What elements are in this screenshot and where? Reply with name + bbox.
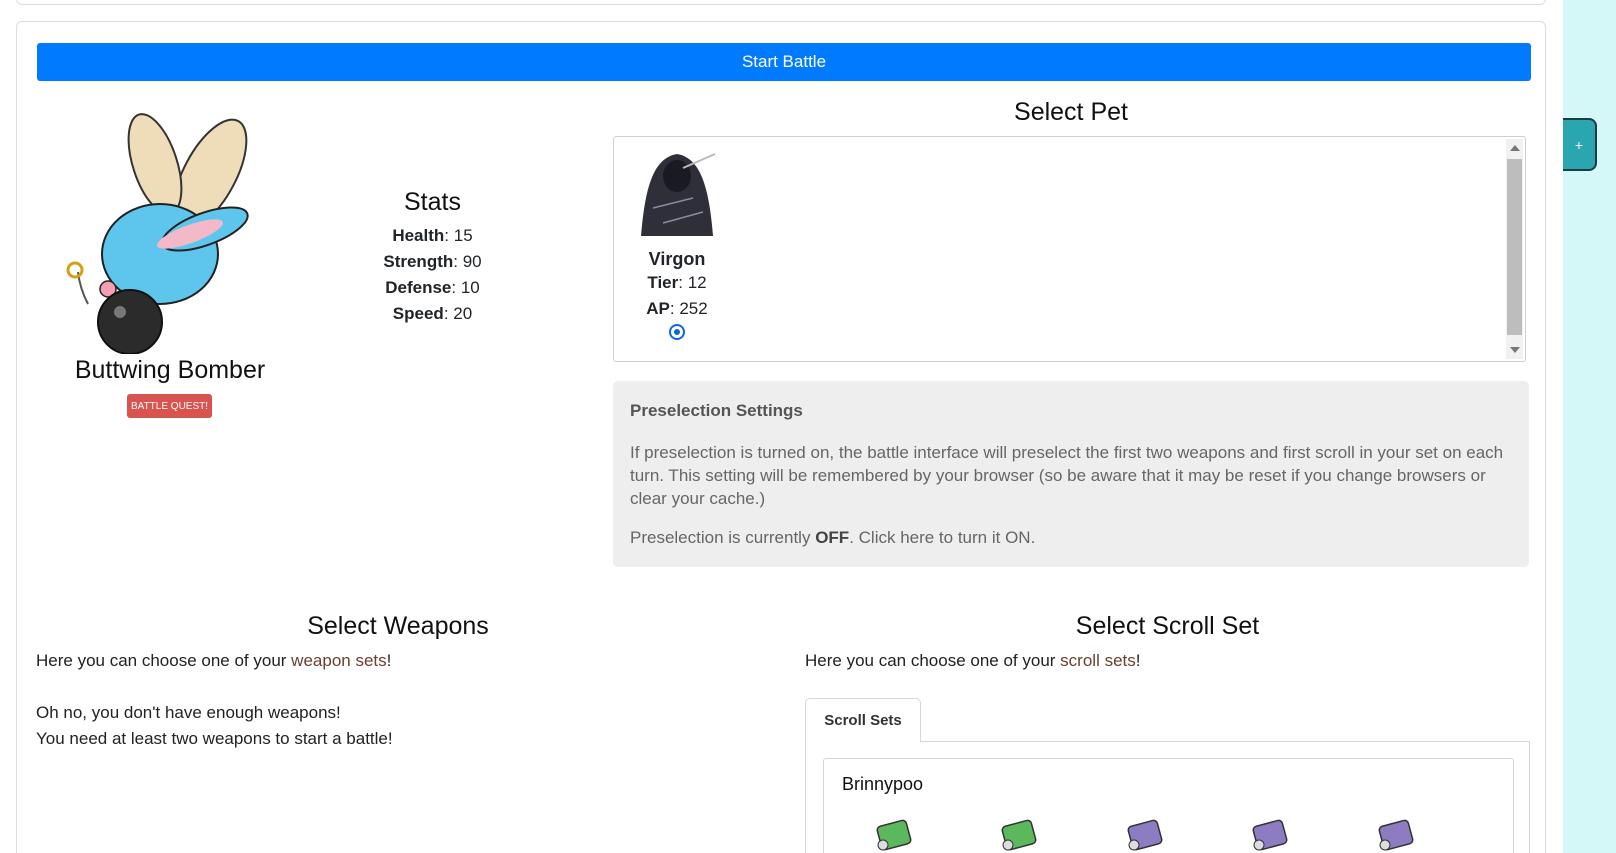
monster-image xyxy=(66,113,249,354)
pet-ap: AP: 252 xyxy=(646,299,708,318)
scrollbar-thumb[interactable] xyxy=(1507,159,1522,335)
preselection-description: If preselection is turned on, the battle… xyxy=(630,443,1504,508)
start-battle-button[interactable]: Start Battle xyxy=(37,43,1531,81)
scroll-down-icon[interactable] xyxy=(1510,347,1520,353)
top-card xyxy=(16,0,1546,5)
scroll-set-name: Brinnypoo xyxy=(842,774,924,794)
weapons-warning-1: Oh no, you don't have enough weapons! xyxy=(36,703,341,722)
weapon-sets-link[interactable]: weapon sets xyxy=(291,651,386,670)
scroll-sets-link[interactable]: scroll sets xyxy=(1060,651,1136,670)
pet-select-radio[interactable] xyxy=(669,324,685,340)
preselection-toggle[interactable]: Preselection is currently OFF. Click her… xyxy=(630,526,1512,549)
pet-list[interactable] xyxy=(613,136,1526,362)
pet-image xyxy=(641,153,716,236)
pet-list-scrollbar[interactable] xyxy=(1506,139,1523,359)
stat-defense: Defense: 10 xyxy=(385,278,480,297)
pet-name: Virgon xyxy=(648,249,706,269)
preselection-title: Preselection Settings xyxy=(630,401,803,420)
select-pet-title: Select Pet xyxy=(1014,98,1128,126)
stat-health: Health: 15 xyxy=(392,226,473,245)
weapons-intro: Here you can choose one of your weapon s… xyxy=(36,651,392,670)
plus-icon: + xyxy=(1574,136,1584,153)
select-scroll-set-title: Select Scroll Set xyxy=(1075,612,1260,640)
scroll-icon[interactable] xyxy=(998,815,1040,853)
stat-strength: Strength: 90 xyxy=(383,252,482,271)
weapons-warning-2: You need at least two weapons to start a… xyxy=(36,729,393,748)
monster-name: Buttwing Bomber xyxy=(74,356,266,384)
pet-card[interactable]: Virgon Tier: 12 AP: 252 xyxy=(622,148,732,340)
scroll-icon[interactable] xyxy=(1249,815,1291,853)
battle-quest-button[interactable]: BATTLE QUEST! xyxy=(127,394,212,418)
scroll-icon[interactable] xyxy=(1375,815,1417,853)
select-weapons-title: Select Weapons xyxy=(307,612,489,640)
side-panel-toggle[interactable]: + xyxy=(1563,118,1597,171)
scrolls-intro: Here you can choose one of your scroll s… xyxy=(805,651,1141,670)
scroll-icon[interactable] xyxy=(1124,815,1166,853)
scroll-icon[interactable] xyxy=(873,815,915,853)
pet-tier: Tier: 12 xyxy=(647,273,707,292)
stat-speed: Speed: 20 xyxy=(392,304,473,323)
preselection-settings: Preselection Settings If preselection is… xyxy=(613,381,1529,567)
monster-stats: Stats Health: 15 Strength: 90 Defense: 1… xyxy=(330,188,535,327)
stats-title: Stats xyxy=(404,188,461,216)
scroll-up-icon[interactable] xyxy=(1510,145,1520,151)
tab-scroll-sets[interactable]: Scroll Sets xyxy=(805,698,921,742)
